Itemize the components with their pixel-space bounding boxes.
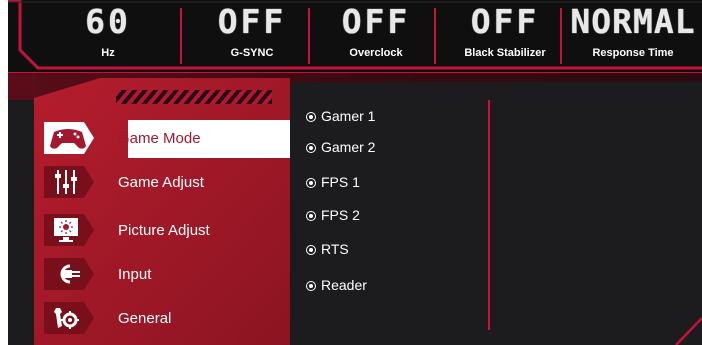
menu-item-game-mode[interactable]: Game Mode [34,120,290,158]
option-label: FPS 1 [321,174,360,190]
menu-item-label: Picture Adjust [118,222,210,239]
gsync-value: OFF [217,2,287,41]
sliders-icon [44,166,94,198]
wrench-gear-icon [44,302,94,334]
column-divider [488,100,490,330]
option-label: FPS 2 [321,207,360,223]
menu-item-input[interactable]: Input [34,256,290,294]
option-label: Reader [321,277,367,293]
response-time-label: Response Time [592,47,674,59]
option-gamer-2[interactable]: Gamer 2 [306,139,375,155]
monitor-brightness-icon [44,214,94,246]
option-fps-2[interactable]: FPS 2 [306,207,360,223]
menu-hatch-decoration [116,90,272,104]
menu-item-game-adjust[interactable]: Game Adjust [34,164,290,202]
radio-icon [306,143,316,153]
plug-icon [44,258,94,290]
overclock-value: OFF [341,2,411,41]
menu-item-label: Input [118,266,152,283]
status-separator [180,8,182,64]
radio-icon [306,281,316,291]
menu-item-label: General [118,310,172,327]
option-label: RTS [321,241,349,257]
overclock-status: OFF Overclock [320,2,432,68]
menu-item-label: Game Adjust [118,174,204,191]
gsync-label: G-SYNC [230,47,274,59]
radio-icon [306,112,316,122]
option-rts[interactable]: RTS [306,241,349,257]
option-label: Gamer 1 [321,108,376,124]
monitor-osd: 60 Hz OFF G-SYNC OFF Overclock OFF Black… [8,0,702,345]
black-stabilizer-label: Black Stabilizer [464,47,546,59]
radio-icon [306,211,316,221]
status-separator [560,8,562,64]
menu-item-label: Game Mode [118,130,201,147]
response-time-status: NORMAL Response Time [564,2,702,68]
option-fps-1[interactable]: FPS 1 [306,174,360,190]
option-reader[interactable]: Reader [306,277,367,293]
option-label: Gamer 2 [321,139,376,155]
refresh-rate-status: 60 Hz [68,2,148,68]
overclock-label: Overclock [349,47,403,59]
refresh-rate-value: 60 [85,2,131,41]
menu-item-picture-adjust[interactable]: Picture Adjust [34,212,290,250]
status-bar: 60 Hz OFF G-SYNC OFF Overclock OFF Black… [8,0,702,72]
option-gamer-1[interactable]: Gamer 1 [306,108,375,124]
refresh-rate-label: Hz [101,47,115,59]
radio-icon [306,178,316,188]
gamepad-icon [44,122,94,154]
status-separator [308,8,310,64]
black-stabilizer-status: OFF Black Stabilizer [440,2,570,68]
status-separator [434,8,436,64]
menu-item-general[interactable]: General [34,300,290,338]
response-time-value: NORMAL [570,2,696,41]
radio-icon [306,245,316,255]
gsync-status: OFF G-SYNC [198,2,306,68]
black-stabilizer-value: OFF [470,2,540,41]
